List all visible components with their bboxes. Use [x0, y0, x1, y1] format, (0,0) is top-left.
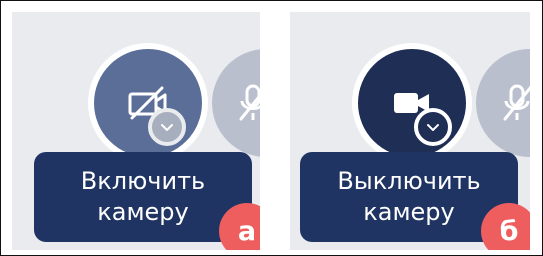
mic-off-icon: [239, 84, 260, 121]
microphone-button[interactable]: [212, 49, 260, 157]
camera-options-dropdown[interactable]: [148, 108, 186, 146]
camera-toggle-button[interactable]: [358, 49, 466, 157]
mic-off-icon: [503, 84, 530, 121]
camera-options-dropdown[interactable]: [414, 108, 452, 146]
tooltip-line-2: камеру: [363, 198, 455, 226]
figure-frame: Включить камеру а Выключить камеру б: [0, 0, 543, 256]
panel-a: Включить камеру а: [12, 12, 260, 250]
chevron-down-icon: [427, 123, 439, 131]
tooltip-line-2: камеру: [97, 198, 189, 226]
chevron-down-icon: [161, 123, 173, 131]
microphone-button[interactable]: [476, 49, 530, 157]
tooltip-line-1: Включить: [80, 167, 206, 195]
tooltip-line-1: Выключить: [337, 167, 481, 195]
panel-b: Выключить камеру б: [290, 12, 530, 250]
camera-toggle-button[interactable]: [94, 49, 202, 157]
